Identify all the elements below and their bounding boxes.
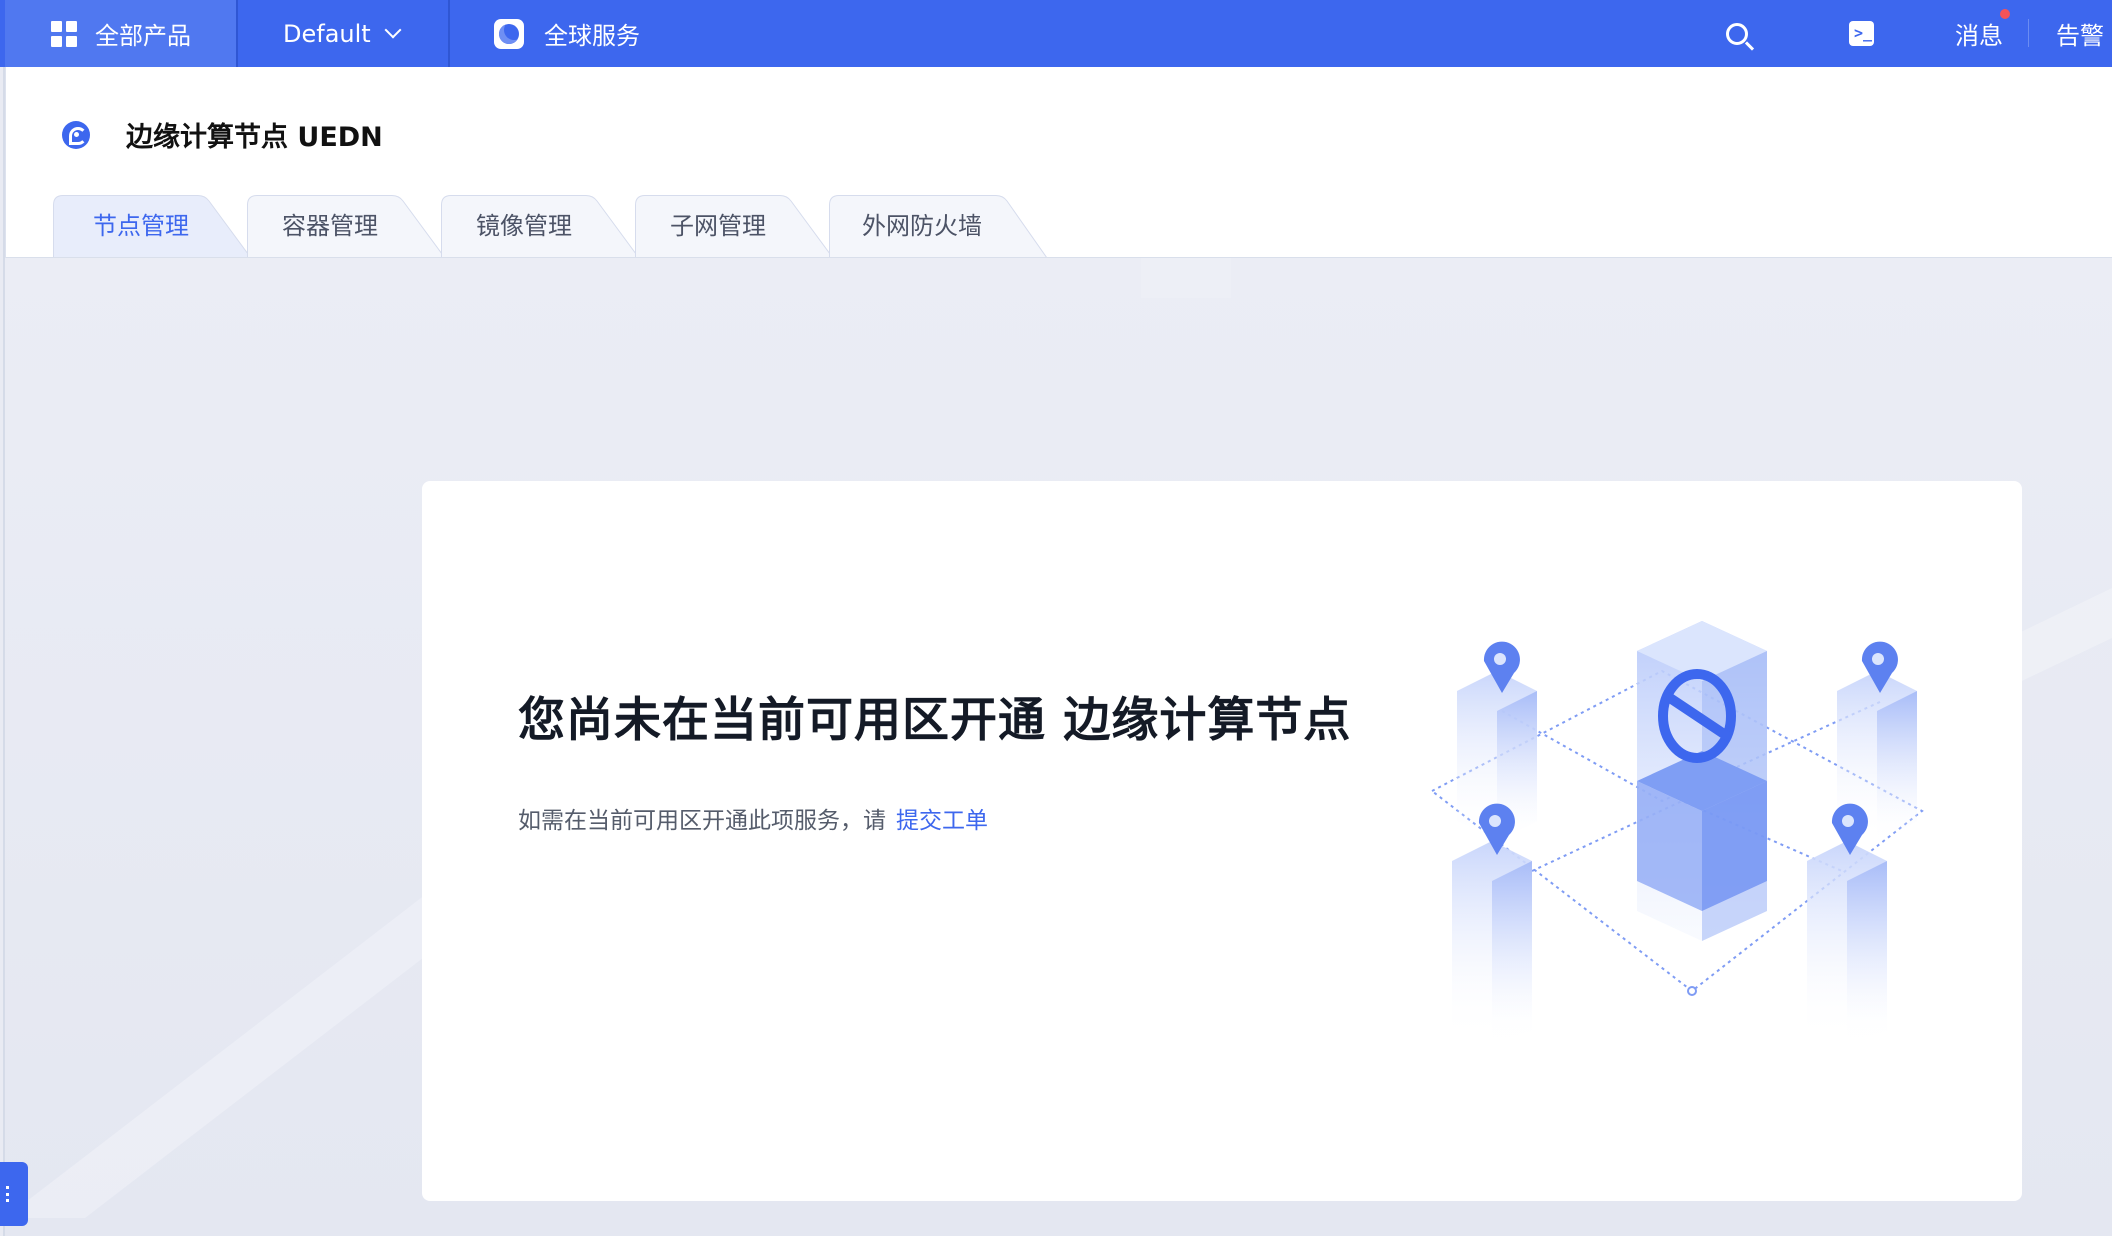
- messages-label: 消息: [1955, 22, 2003, 50]
- globe-icon: [494, 18, 524, 49]
- empty-state-card: 您尚未在当前可用区开通 边缘计算节点 如需在当前可用区开通此项服务，请 提交工单: [422, 481, 2022, 1201]
- search-icon: [1726, 22, 1748, 45]
- side-drawer-handle[interactable]: [0, 1162, 28, 1226]
- edge-network-illustration: [1430, 621, 1924, 1041]
- tab-label: 外网防火墙: [862, 212, 982, 240]
- page-title: 边缘计算节点 UEDN: [126, 122, 383, 153]
- tab-label: 子网管理: [670, 212, 766, 240]
- grid-icon: [51, 20, 77, 47]
- empty-state-description: 如需在当前可用区开通此项服务，请 提交工单: [518, 801, 988, 835]
- project-selector[interactable]: Default: [283, 0, 402, 67]
- edge-node-left-bottom: [1452, 803, 1532, 1041]
- tab-label: 节点管理: [93, 212, 189, 240]
- project-label: Default: [283, 19, 371, 48]
- terminal-icon: >_: [1849, 21, 1874, 46]
- all-products-label: 全部产品: [95, 22, 191, 50]
- empty-state-title: 您尚未在当前可用区开通 边缘计算节点: [518, 693, 1352, 748]
- chevron-down-icon: [384, 21, 402, 38]
- alerts-button[interactable]: 告警: [2056, 0, 2104, 67]
- terminal-button[interactable]: >_: [1849, 0, 1874, 67]
- alerts-label: 告警: [2056, 22, 2104, 50]
- divider: [2028, 19, 2029, 47]
- tab-image-management[interactable]: 镜像管理: [441, 195, 641, 258]
- tab-external-firewall[interactable]: 外网防火墙: [829, 195, 1049, 258]
- divider: [448, 0, 450, 67]
- global-services-button[interactable]: 全球服务: [494, 0, 640, 67]
- global-services-label: 全球服务: [544, 22, 640, 50]
- notification-dot: [2000, 9, 2010, 19]
- uedn-product-icon: [62, 120, 90, 149]
- tab-container-management[interactable]: 容器管理: [247, 195, 447, 258]
- divider: [236, 0, 238, 67]
- main-content: 您尚未在当前可用区开通 边缘计算节点 如需在当前可用区开通此项服务，请 提交工单: [5, 258, 2112, 1236]
- product-header: 边缘计算节点 UEDN 节点管理 容器管理 镜像管理 子网管理 外网防火墙: [5, 67, 2112, 258]
- tab-label: 容器管理: [282, 212, 378, 240]
- messages-button[interactable]: 消息: [1955, 0, 2010, 67]
- central-server: [1637, 621, 1767, 941]
- search-button[interactable]: [1726, 0, 1758, 67]
- page-title-row: 边缘计算节点 UEDN: [62, 115, 383, 154]
- tab-subnet-management[interactable]: 子网管理: [635, 195, 835, 258]
- empty-state-text: 如需在当前可用区开通此项服务，请: [518, 808, 886, 834]
- all-products-button[interactable]: 全部产品: [5, 0, 236, 67]
- tab-label: 镜像管理: [476, 212, 572, 240]
- top-navigation-bar: 全部产品 Default 全球服务 >_ 消息 告警: [0, 0, 2112, 67]
- submit-ticket-link[interactable]: 提交工单: [896, 808, 988, 834]
- tab-node-management[interactable]: 节点管理: [53, 195, 253, 258]
